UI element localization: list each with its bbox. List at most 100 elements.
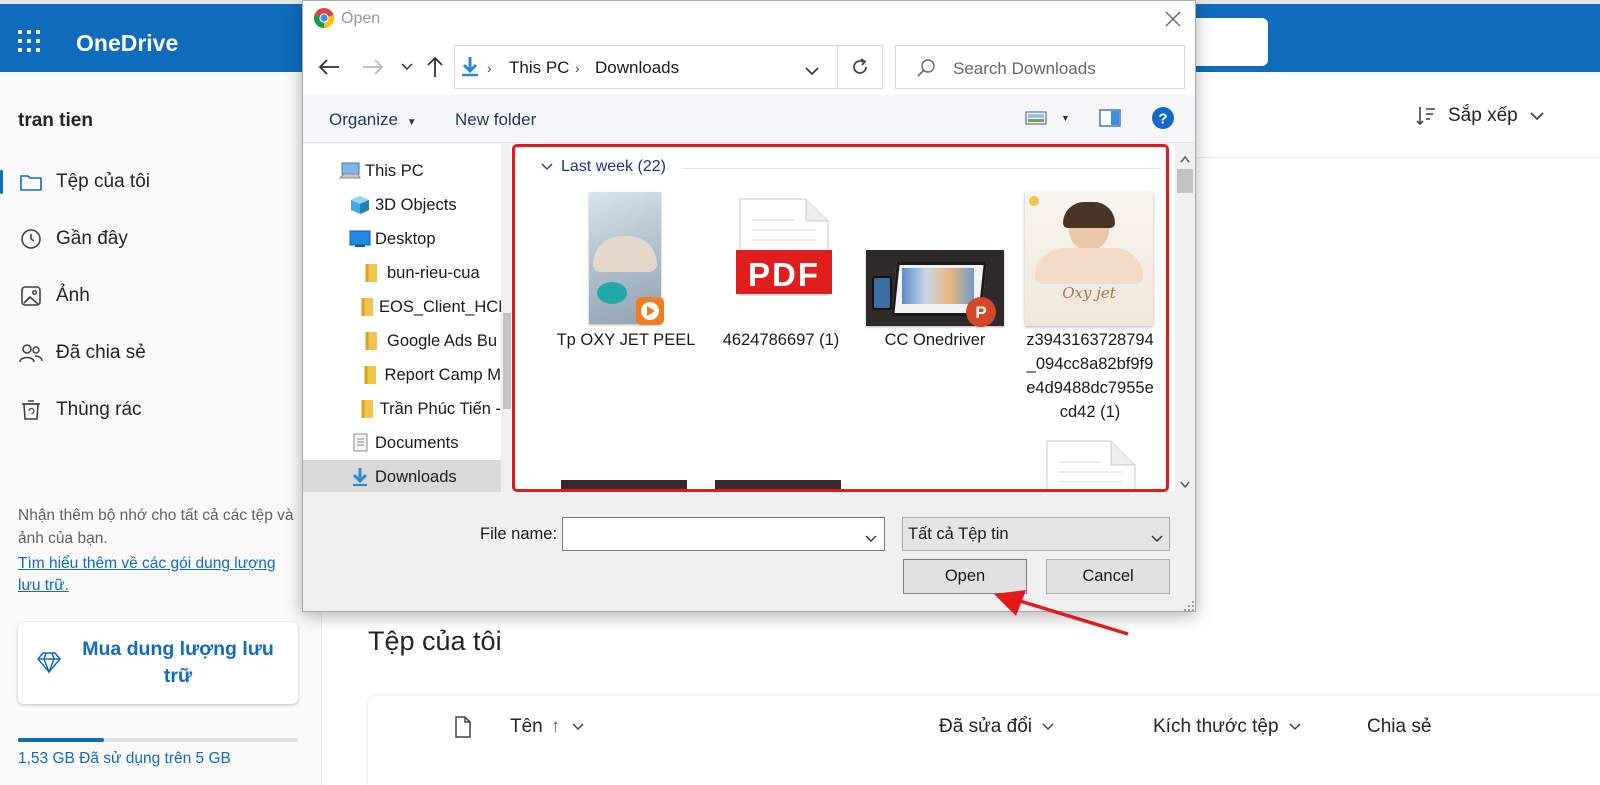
address-bar[interactable]: › This PC › Downloads xyxy=(454,45,882,89)
tree-scrollbar-thumb[interactable] xyxy=(503,313,511,409)
nav-label: Đã chia sẻ xyxy=(56,342,146,363)
breadcrumb-chevron-icon: › xyxy=(575,60,580,76)
file-name-input[interactable] xyxy=(562,517,885,551)
download-icon xyxy=(349,467,371,487)
documents-icon xyxy=(349,433,371,453)
chevron-down-icon xyxy=(1151,530,1163,548)
navigation-tree: This PC 3D Objects Desktop bun-rieu-cua … xyxy=(303,144,501,492)
chrome-icon xyxy=(313,7,335,29)
chevron-down-icon xyxy=(1530,111,1544,121)
storage-note: Nhận thêm bộ nhớ cho tất cả các tệp và ả… xyxy=(18,507,294,547)
red-arrow-annotation-icon xyxy=(990,586,1132,643)
folder-icon xyxy=(361,399,376,419)
file-type-column-icon xyxy=(454,696,472,758)
file-view-scrollbar-thumb[interactable] xyxy=(1177,169,1193,193)
sort-ascending-icon: ↑ xyxy=(550,716,561,737)
forward-arrow-icon[interactable] xyxy=(361,55,385,79)
preview-pane-icon[interactable] xyxy=(1099,109,1121,132)
tree-item-folder[interactable]: EOS_Client_HCM xyxy=(303,290,501,324)
sort-label: Sắp xếp xyxy=(1448,105,1518,126)
tree-item-label: Report Camp M xyxy=(384,365,501,384)
tree-item-label: Desktop xyxy=(375,229,436,248)
nav-recycle-bin[interactable]: Thùng rác xyxy=(0,390,322,430)
breadcrumb-downloads[interactable]: Downloads xyxy=(595,58,679,78)
dialog-navigation-bar: › This PC › Downloads Search Downloads xyxy=(303,37,1195,95)
help-icon[interactable]: ? xyxy=(1151,106,1175,135)
column-sharing-label: Chia sẻ xyxy=(1367,716,1432,737)
image-icon xyxy=(18,283,44,309)
up-arrow-icon[interactable] xyxy=(423,55,447,79)
storage-quota-fill xyxy=(18,738,104,742)
app-launcher-icon[interactable] xyxy=(18,30,40,52)
back-arrow-icon[interactable] xyxy=(317,55,341,79)
svg-text:?: ? xyxy=(1158,111,1167,128)
tree-item-folder[interactable]: Trần Phúc Tiến - xyxy=(303,392,501,426)
tree-item-label: Documents xyxy=(375,433,459,452)
column-size[interactable]: Kích thước tệp xyxy=(1153,696,1301,758)
nav-label: Gần đây xyxy=(56,228,128,249)
user-name: tran tien xyxy=(18,110,93,131)
close-icon[interactable] xyxy=(1161,7,1185,31)
chevron-down-icon[interactable] xyxy=(865,530,877,548)
desktop-icon xyxy=(349,229,371,249)
tree-item-this-pc[interactable]: This PC xyxy=(303,154,501,188)
resize-grip-icon[interactable] xyxy=(1183,599,1195,617)
recycle-bin-icon xyxy=(18,397,44,423)
column-modified-label: Đã sửa đổi xyxy=(939,716,1032,737)
nav-my-files[interactable]: Tệp của tôi xyxy=(0,162,322,202)
brand-title[interactable]: OneDrive xyxy=(76,30,178,57)
view-options-icon[interactable] xyxy=(1025,109,1049,132)
tree-item-label: 3D Objects xyxy=(375,195,457,214)
page-title: Tệp của tôi xyxy=(368,626,502,656)
scroll-up-icon[interactable] xyxy=(1180,150,1190,168)
sort-button[interactable]: Sắp xếp xyxy=(1414,104,1544,128)
nav-label: Tệp của tôi xyxy=(56,171,150,192)
column-modified[interactable]: Đã sửa đổi xyxy=(939,696,1054,758)
storage-plans-link[interactable]: Tìm hiểu thêm về các gói dung lượng lưu … xyxy=(18,553,278,597)
address-dropdown-icon[interactable] xyxy=(805,63,819,81)
file-type-select[interactable]: Tất cả Tệp tin xyxy=(902,517,1170,551)
search-downloads-input[interactable]: Search Downloads xyxy=(895,45,1185,89)
tree-item-desktop[interactable]: Desktop xyxy=(303,222,501,256)
buy-storage-button[interactable]: Mua dung lượng lưu trữ xyxy=(18,622,298,704)
nav-recent[interactable]: Gần đây xyxy=(0,219,322,259)
dropdown-arrow-icon: ▼ xyxy=(406,117,417,128)
file-name-field-label: File name: xyxy=(480,525,558,543)
tree-item-documents[interactable]: Documents xyxy=(303,426,501,460)
folder-icon xyxy=(361,263,383,283)
dialog-title: Open xyxy=(341,10,381,27)
chevron-down-icon xyxy=(1042,723,1054,731)
recent-locations-chevron-icon[interactable] xyxy=(395,55,419,79)
chevron-down-icon xyxy=(1288,723,1301,731)
dialog-titlebar: Open xyxy=(303,1,1195,37)
tree-item-folder[interactable]: Report Camp M xyxy=(303,358,501,392)
tree-item-folder[interactable]: bun-rieu-cua xyxy=(303,256,501,290)
refresh-button[interactable] xyxy=(837,45,883,89)
storage-quota-text[interactable]: 1,53 GB Đã sử dụng trên 5 GB xyxy=(18,750,231,768)
tree-item-downloads[interactable]: Downloads xyxy=(303,460,501,492)
organize-label: Organize xyxy=(329,110,398,129)
scroll-down-icon[interactable] xyxy=(1180,476,1190,494)
tree-item-label: Google Ads Bu xyxy=(387,331,498,350)
tree-item-folder[interactable]: Google Ads Bu xyxy=(303,324,501,358)
nav-shared[interactable]: Đã chia sẻ xyxy=(0,333,322,373)
tree-item-3d-objects[interactable]: 3D Objects xyxy=(303,188,501,222)
computer-icon xyxy=(339,161,361,181)
view-options-dropdown-icon[interactable]: ▼ xyxy=(1061,113,1070,123)
column-name[interactable]: Tên ↑ xyxy=(510,696,584,758)
column-name-label: Tên xyxy=(510,716,543,737)
tree-item-label: Downloads xyxy=(375,467,457,486)
organize-menu[interactable]: Organize ▼ xyxy=(329,110,417,130)
nav-photos[interactable]: Ảnh xyxy=(0,276,322,316)
column-sharing[interactable]: Chia sẻ xyxy=(1367,696,1431,758)
history-icon xyxy=(18,226,44,252)
nav-label: Ảnh xyxy=(56,285,90,306)
folder-icon xyxy=(361,297,375,317)
diamond-icon xyxy=(36,650,62,679)
breadcrumb-this-pc[interactable]: This PC xyxy=(509,58,569,78)
tree-item-label: bun-rieu-cua xyxy=(387,263,480,282)
file-view-scrollbar[interactable] xyxy=(1175,144,1195,492)
folder-icon xyxy=(361,365,381,385)
folder-icon xyxy=(361,331,383,351)
new-folder-button[interactable]: New folder xyxy=(455,110,536,130)
